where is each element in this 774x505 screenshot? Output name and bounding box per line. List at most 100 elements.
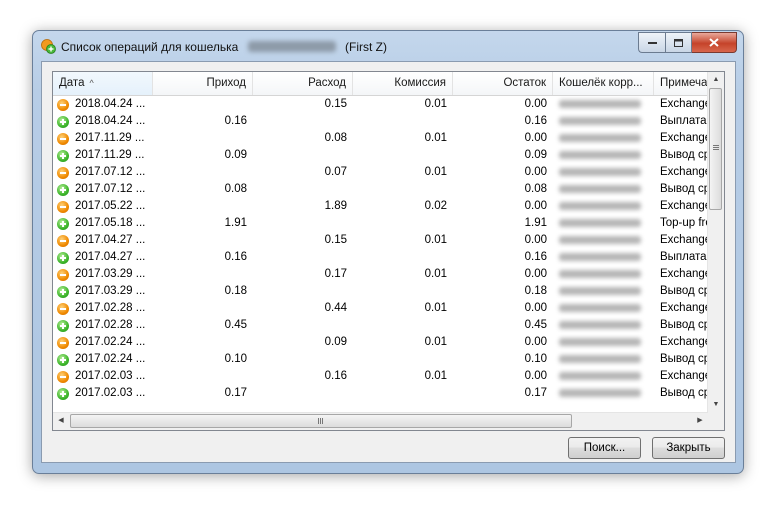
balance-cell: 1.91 bbox=[524, 217, 547, 229]
balance-cell: 0.16 bbox=[524, 251, 547, 263]
table-row[interactable]: 2017.04.27 ... 0.16 0.16 Выплата г bbox=[53, 249, 708, 266]
wallet-cell bbox=[553, 181, 654, 198]
note-cell: Exchange bbox=[660, 268, 708, 280]
plus-circle-icon bbox=[57, 183, 69, 196]
column-wallet[interactable]: Кошелёк корр... bbox=[553, 72, 654, 95]
commission-cell bbox=[353, 181, 453, 198]
search-button[interactable]: Поиск... bbox=[568, 437, 641, 459]
table-row[interactable]: 2017.02.24 ... 0.09 0.01 0.00 Exchange bbox=[53, 334, 708, 351]
scroll-down-icon[interactable]: ▼ bbox=[708, 397, 724, 413]
maximize-icon bbox=[674, 38, 683, 47]
table-row[interactable]: 2017.07.12 ... 0.07 0.01 0.00 Exchange bbox=[53, 164, 708, 181]
date-value: 2017.02.03 ... bbox=[75, 387, 146, 399]
commission-cell bbox=[353, 215, 453, 232]
table-row[interactable]: 2017.02.28 ... 0.44 0.01 0.00 Exchange bbox=[53, 300, 708, 317]
plus-circle-icon bbox=[57, 319, 69, 332]
note-cell: Exchange bbox=[660, 302, 708, 314]
balance-cell: 0.17 bbox=[524, 387, 547, 399]
column-date[interactable]: Дата ^ bbox=[53, 72, 153, 95]
balance-cell: 0.00 bbox=[524, 370, 547, 382]
commission-cell: 0.01 bbox=[424, 166, 447, 178]
window-title: Список операций для кошелька (First Z) bbox=[61, 40, 387, 54]
wallet-app-icon bbox=[41, 39, 56, 54]
wallet-redacted bbox=[559, 320, 641, 329]
column-note[interactable]: Примечан bbox=[654, 72, 708, 95]
scroll-left-icon[interactable]: ◀ bbox=[53, 413, 69, 429]
commission-cell: 0.01 bbox=[424, 234, 447, 246]
table-row[interactable]: 2017.03.29 ... 0.17 0.01 0.00 Exchange bbox=[53, 266, 708, 283]
operations-list[interactable]: Дата ^ Приход Расход Комиссия Остаток Кош… bbox=[52, 71, 725, 431]
balance-cell: 0.00 bbox=[524, 336, 547, 348]
column-income[interactable]: Приход bbox=[153, 72, 253, 95]
date-cell: 2017.02.03 ... bbox=[53, 368, 153, 385]
date-cell: 2017.07.12 ... bbox=[53, 164, 153, 181]
list-header: Дата ^ Приход Расход Комиссия Остаток Кош… bbox=[53, 72, 708, 96]
table-row[interactable]: 2017.02.24 ... 0.10 0.10 Вывод сре bbox=[53, 351, 708, 368]
wallet-cell bbox=[553, 96, 654, 113]
horizontal-scroll-thumb[interactable] bbox=[70, 414, 572, 428]
commission-cell: 0.01 bbox=[424, 98, 447, 110]
income-cell bbox=[153, 334, 253, 351]
date-value: 2017.03.29 ... bbox=[75, 285, 146, 297]
scroll-up-icon[interactable]: ▲ bbox=[708, 72, 724, 88]
wallet-cell bbox=[553, 283, 654, 300]
commission-cell bbox=[353, 283, 453, 300]
note-cell: Вывод сре bbox=[660, 387, 708, 399]
table-row[interactable]: 2017.03.29 ... 0.18 0.18 Вывод сре bbox=[53, 283, 708, 300]
table-row[interactable]: 2017.11.29 ... 0.09 0.09 Вывод сре bbox=[53, 147, 708, 164]
vertical-scrollbar[interactable]: ▲ ▼ bbox=[707, 72, 724, 413]
table-row[interactable]: 2017.05.18 ... 1.91 1.91 Top-up fro bbox=[53, 215, 708, 232]
column-expense[interactable]: Расход bbox=[253, 72, 353, 95]
date-cell: 2017.05.22 ... bbox=[53, 198, 153, 215]
expense-cell bbox=[253, 181, 353, 198]
balance-cell: 0.00 bbox=[524, 132, 547, 144]
income-cell bbox=[153, 130, 253, 147]
column-balance[interactable]: Остаток bbox=[453, 72, 553, 95]
table-row[interactable]: 2017.04.27 ... 0.15 0.01 0.00 Exchange bbox=[53, 232, 708, 249]
date-cell: 2017.03.29 ... bbox=[53, 266, 153, 283]
table-row[interactable]: 2017.02.28 ... 0.45 0.45 Вывод сре bbox=[53, 317, 708, 334]
income-cell bbox=[153, 300, 253, 317]
date-cell: 2017.02.24 ... bbox=[53, 334, 153, 351]
wallet-redacted bbox=[559, 286, 641, 295]
wallet-cell bbox=[553, 368, 654, 385]
vertical-scroll-thumb[interactable] bbox=[709, 88, 722, 210]
wallet-cell bbox=[553, 385, 654, 402]
scroll-right-icon[interactable]: ▶ bbox=[692, 413, 708, 429]
expense-cell: 0.15 bbox=[324, 234, 347, 246]
minimize-button[interactable] bbox=[638, 32, 665, 53]
wallet-redacted bbox=[559, 388, 641, 397]
note-cell: Выплата г bbox=[660, 115, 708, 127]
close-window-button[interactable] bbox=[692, 32, 737, 53]
wallet-redacted bbox=[559, 184, 641, 193]
close-button[interactable]: Закрыть bbox=[652, 437, 725, 459]
date-cell: 2017.02.24 ... bbox=[53, 351, 153, 368]
commission-cell bbox=[353, 113, 453, 130]
date-value: 2017.11.29 ... bbox=[75, 132, 145, 144]
date-value: 2017.07.12 ... bbox=[75, 166, 146, 178]
date-value: 2018.04.24 ... bbox=[75, 115, 146, 127]
date-cell: 2017.02.28 ... bbox=[53, 300, 153, 317]
column-commission[interactable]: Комиссия bbox=[353, 72, 453, 95]
income-cell: 0.18 bbox=[224, 285, 247, 297]
table-row[interactable]: 2017.02.03 ... 0.17 0.17 Вывод сре bbox=[53, 385, 708, 402]
expense-cell: 0.09 bbox=[324, 336, 347, 348]
date-cell: 2017.02.03 ... bbox=[53, 385, 153, 402]
table-row[interactable]: 2017.11.29 ... 0.08 0.01 0.00 Exchange bbox=[53, 130, 708, 147]
wallet-redacted bbox=[559, 150, 641, 159]
table-row[interactable]: 2017.07.12 ... 0.08 0.08 Вывод сре bbox=[53, 181, 708, 198]
commission-cell bbox=[353, 249, 453, 266]
horizontal-scrollbar[interactable]: ◀ ▶ bbox=[53, 412, 708, 430]
title-bar[interactable]: Список операций для кошелька (First Z) bbox=[33, 31, 743, 61]
wallet-redacted bbox=[559, 354, 641, 363]
table-row[interactable]: 2018.04.24 ... 0.16 0.16 Выплата г bbox=[53, 113, 708, 130]
income-cell: 0.16 bbox=[224, 115, 247, 127]
note-cell: Exchange bbox=[660, 370, 708, 382]
expense-cell: 1.89 bbox=[324, 200, 347, 212]
table-row[interactable]: 2017.02.03 ... 0.16 0.01 0.00 Exchange bbox=[53, 368, 708, 385]
table-row[interactable]: 2018.04.24 ... 0.15 0.01 0.00 Exchange bbox=[53, 96, 708, 113]
table-row[interactable]: 2017.05.22 ... 1.89 0.02 0.00 Exchange bbox=[53, 198, 708, 215]
wallet-cell bbox=[553, 300, 654, 317]
maximize-button[interactable] bbox=[665, 32, 692, 53]
wallet-cell bbox=[553, 232, 654, 249]
